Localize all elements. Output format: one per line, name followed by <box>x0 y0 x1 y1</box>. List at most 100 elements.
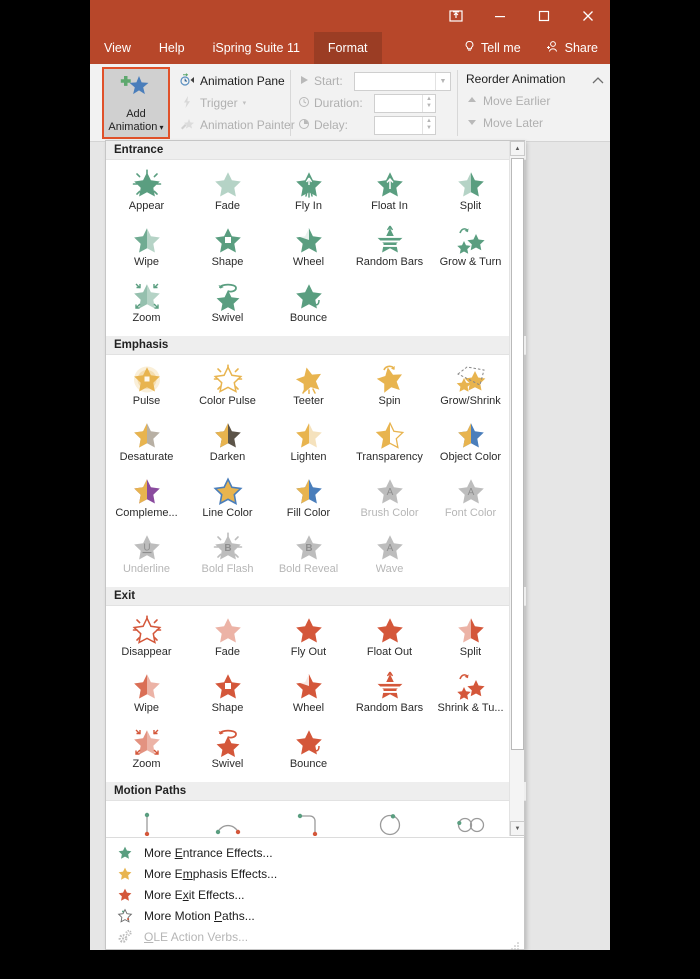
animation-effect-label: Bounce <box>289 758 328 770</box>
animation-effect-turns[interactable]: Turns <box>268 805 349 836</box>
star-burst-icon <box>131 169 163 199</box>
scroll-down-button[interactable]: ▼ <box>510 821 525 836</box>
animation-painter-button[interactable]: Animation Painter <box>180 114 295 136</box>
star-swivel-icon <box>212 281 244 311</box>
animation-effect-zoom[interactable]: Zoom <box>106 276 187 332</box>
animation-effect-label: Disappear <box>121 646 172 658</box>
animation-effect-shapes[interactable]: Shapes <box>349 805 430 836</box>
chevron-down-icon[interactable]: ▼ <box>435 72 450 90</box>
animation-effect-bounce[interactable]: Bounce <box>268 276 349 332</box>
menu-item-more-entrance-effects[interactable]: More Entrance Effects... <box>106 842 524 863</box>
path-arcs-icon <box>212 810 244 836</box>
tell-me-button[interactable]: Tell me <box>451 32 533 64</box>
tab-help[interactable]: Help <box>145 32 199 64</box>
animation-effect-darken[interactable]: Darken <box>187 415 268 471</box>
duration-input[interactable]: ▲ ▼ <box>374 93 436 113</box>
animation-effect-lines[interactable]: Lines <box>106 805 187 836</box>
animation-effect-split[interactable]: Split <box>430 610 511 666</box>
animation-effect-loops[interactable]: Loops <box>430 805 511 836</box>
scroll-up-button[interactable]: ▲ <box>510 141 525 156</box>
share-button[interactable]: Share <box>533 32 610 64</box>
animation-effect-label: Underline <box>122 563 171 575</box>
animation-effect-random-bars[interactable]: Random Bars <box>349 220 430 276</box>
animation-effect-fly-in[interactable]: Fly In <box>268 164 349 220</box>
move-later-button[interactable]: Move Later <box>466 112 565 134</box>
animation-effect-wheel[interactable]: Wheel <box>268 666 349 722</box>
tab-label: Format <box>327 41 368 55</box>
star-wheel-icon <box>293 671 325 701</box>
animation-effect-swivel[interactable]: Swivel <box>187 276 268 332</box>
animation-effect-fade[interactable]: Fade <box>187 610 268 666</box>
star-wipe-icon <box>131 671 163 701</box>
animation-effect-compleme[interactable]: Compleme... <box>106 471 187 527</box>
close-icon[interactable] <box>566 0 610 32</box>
animation-effect-wipe[interactable]: Wipe <box>106 666 187 722</box>
animation-effect-label: Wave <box>375 563 404 575</box>
menu-item-more-emphasis-effects[interactable]: More Emphasis Effects... <box>106 863 524 884</box>
animation-effect-fade[interactable]: Fade <box>187 164 268 220</box>
gallery-scrollbar[interactable]: ▲ ▼ <box>509 141 525 836</box>
animation-effect-float-in[interactable]: Float In <box>349 164 430 220</box>
move-earlier-button[interactable]: Move Earlier <box>466 90 565 112</box>
star-outline-burst-icon <box>131 615 163 645</box>
animation-effect-shape[interactable]: Shape <box>187 666 268 722</box>
star-teeter-icon <box>293 364 325 394</box>
star-swivel-icon <box>212 727 244 757</box>
animation-pane-button[interactable]: Animation Pane <box>180 70 295 92</box>
animation-effect-arcs[interactable]: Arcs <box>187 805 268 836</box>
animation-effect-label: Swivel <box>211 758 244 770</box>
animation-effect-line-color[interactable]: Line Color <box>187 471 268 527</box>
star-grow-turn-icon <box>455 671 487 701</box>
duration-stepper[interactable]: ▲ ▼ <box>422 94 435 112</box>
animation-effect-appear[interactable]: Appear <box>106 164 187 220</box>
animation-effect-lighten[interactable]: Lighten <box>268 415 349 471</box>
animation-effect-teeter[interactable]: Teeter <box>268 359 349 415</box>
animation-effect-shrink-tu[interactable]: Shrink & Tu... <box>430 666 511 722</box>
animation-effect-object-color[interactable]: Object Color <box>430 415 511 471</box>
collapse-ribbon-button[interactable] <box>592 76 604 89</box>
animation-effect-label: Compleme... <box>115 507 178 519</box>
maximize-icon[interactable] <box>522 0 566 32</box>
animation-effect-swivel[interactable]: Swivel <box>187 722 268 778</box>
animation-effect-wipe[interactable]: Wipe <box>106 220 187 276</box>
ribbon-separator-2 <box>457 70 458 136</box>
tab-format[interactable]: Format <box>313 32 382 64</box>
menu-item-more-motion-paths[interactable]: More Motion Paths... <box>106 905 524 926</box>
ribbon-tab-strip: View Help iSpring Suite 11 Format Tell m… <box>90 32 610 64</box>
move-later-label: Move Later <box>483 116 544 130</box>
menu-item-more-exit-effects[interactable]: More Exit Effects... <box>106 884 524 905</box>
animation-effect-label: Grow/Shrink <box>440 395 501 407</box>
add-animation-button[interactable]: Add Animation ▾ <box>102 67 170 139</box>
animation-effect-split[interactable]: Split <box>430 164 511 220</box>
ribbon-display-options-icon[interactable] <box>434 0 478 32</box>
tab-ispring-suite[interactable]: iSpring Suite 11 <box>199 32 314 64</box>
animation-effect-desaturate[interactable]: Desaturate <box>106 415 187 471</box>
scrollbar-thumb[interactable] <box>511 158 524 750</box>
minimize-icon[interactable] <box>478 0 522 32</box>
animation-effect-fly-out[interactable]: Fly Out <box>268 610 349 666</box>
star-glow-icon <box>131 364 163 394</box>
start-input[interactable]: ▼ <box>354 71 451 91</box>
animation-effect-bounce[interactable]: Bounce <box>268 722 349 778</box>
star-green-icon <box>116 845 134 860</box>
delay-stepper[interactable]: ▲ ▼ <box>422 116 435 134</box>
trigger-button[interactable]: Trigger ▾ <box>180 92 295 114</box>
animation-effect-random-bars[interactable]: Random Bars <box>349 666 430 722</box>
delay-input[interactable]: ▲ ▼ <box>374 115 436 135</box>
animation-effect-wheel[interactable]: Wheel <box>268 220 349 276</box>
animation-effect-pulse[interactable]: Pulse <box>106 359 187 415</box>
animation-effect-fill-color[interactable]: Fill Color <box>268 471 349 527</box>
animation-effect-bold-flash: B Bold Flash <box>187 527 268 583</box>
animation-effect-float-out[interactable]: Float Out <box>349 610 430 666</box>
animation-effect-transparency[interactable]: Transparency <box>349 415 430 471</box>
animation-effect-spin[interactable]: Spin <box>349 359 430 415</box>
animation-effect-disappear[interactable]: Disappear <box>106 610 187 666</box>
animation-effect-shape[interactable]: Shape <box>187 220 268 276</box>
tab-view[interactable]: View <box>90 32 145 64</box>
animation-effect-zoom[interactable]: Zoom <box>106 722 187 778</box>
animation-effect-grow-turn[interactable]: Grow & Turn <box>430 220 511 276</box>
gallery-scroll-area: Entrance Appear Fade Fly In Float In Split Wip… <box>106 141 526 836</box>
resize-grip[interactable] <box>511 937 520 950</box>
animation-effect-grow-shrink[interactable]: Grow/Shrink <box>430 359 511 415</box>
animation-effect-color-pulse[interactable]: Color Pulse <box>187 359 268 415</box>
